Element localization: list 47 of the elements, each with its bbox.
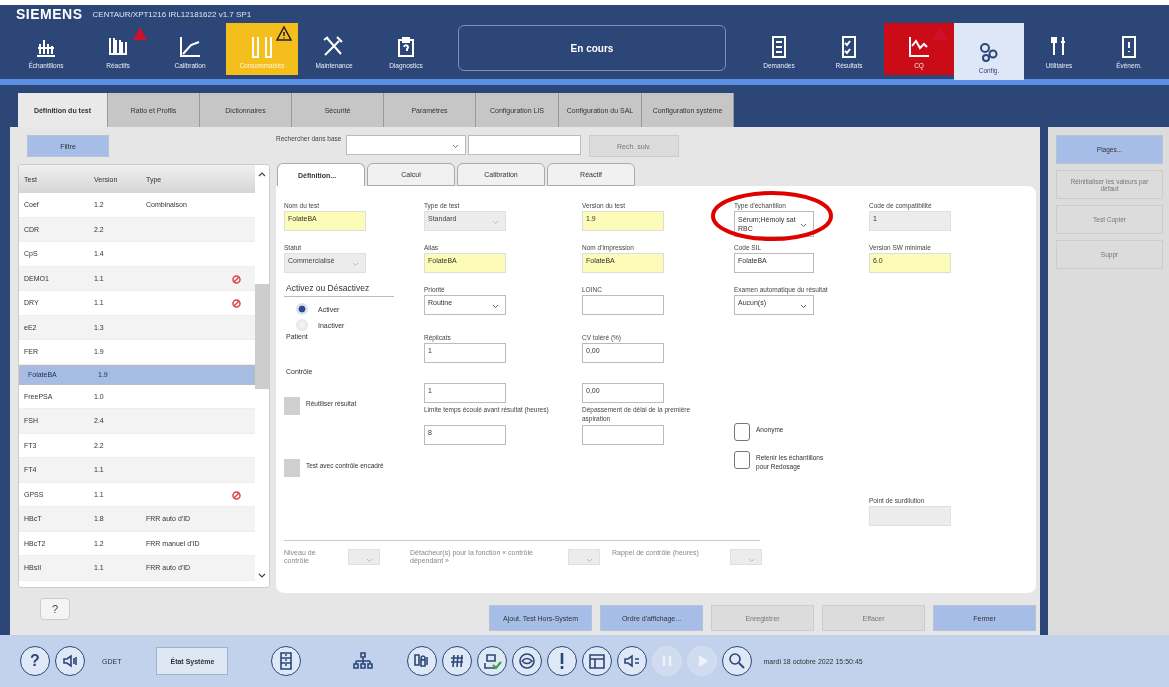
exclamation-icon [559, 652, 566, 670]
speaker-button[interactable] [55, 646, 85, 676]
tray-icon [587, 651, 608, 671]
chevron-down-icon [800, 304, 807, 309]
help-button[interactable]: ? [40, 598, 70, 620]
brand-logo: SIEMENS [16, 6, 83, 22]
input-field[interactable] [582, 425, 664, 445]
chevron-down-icon [748, 558, 755, 563]
chevron-down-icon [800, 223, 807, 228]
input-field[interactable] [582, 295, 664, 315]
section-heading: Activez ou Désactivez [284, 281, 394, 297]
search-field[interactable] [468, 135, 581, 155]
toolbar-button[interactable] [722, 646, 753, 676]
blocked-icon [232, 490, 241, 500]
chevron-down-icon [352, 262, 359, 267]
version-text: CENTAUR/XPT1216 IRL12181622 v1.7 SP1 [92, 9, 252, 19]
toolbar-button[interactable] [547, 646, 578, 676]
toolbar-button[interactable] [617, 646, 648, 676]
radio-button[interactable] [296, 319, 308, 331]
chevron-down-icon [452, 144, 459, 149]
blocked-icon [232, 299, 241, 308]
radio-button[interactable] [296, 303, 308, 315]
blocked-icon [232, 274, 241, 284]
chevron-down-icon [366, 558, 373, 563]
toolbar-button[interactable] [407, 646, 438, 676]
status-panel: En cours [458, 25, 726, 71]
checkbox[interactable] [734, 423, 750, 441]
toolbar-button[interactable] [582, 646, 613, 676]
scroll-thumb[interactable] [255, 284, 269, 389]
toolbar-button[interactable] [442, 646, 473, 676]
qc-chart-icon [906, 34, 932, 60]
chevron-up-icon [258, 171, 266, 177]
help-button[interactable]: ? [20, 646, 50, 676]
calibration-curve-icon [177, 34, 203, 60]
checkbox[interactable] [734, 451, 750, 469]
chevron-down-icon [586, 558, 593, 563]
search-dropdown[interactable] [346, 135, 466, 155]
tubes-icon [249, 34, 275, 60]
chevron-down-icon [258, 573, 266, 579]
tray-check-icon [482, 651, 503, 671]
toolbar-button[interactable] [271, 646, 302, 676]
chevron-down-icon [492, 304, 499, 309]
toolbar-button[interactable] [512, 646, 543, 676]
chevron-down-icon [492, 220, 499, 225]
eye-disc-icon [517, 651, 538, 671]
toolbar-button[interactable] [477, 646, 508, 676]
network-icon [353, 651, 374, 671]
